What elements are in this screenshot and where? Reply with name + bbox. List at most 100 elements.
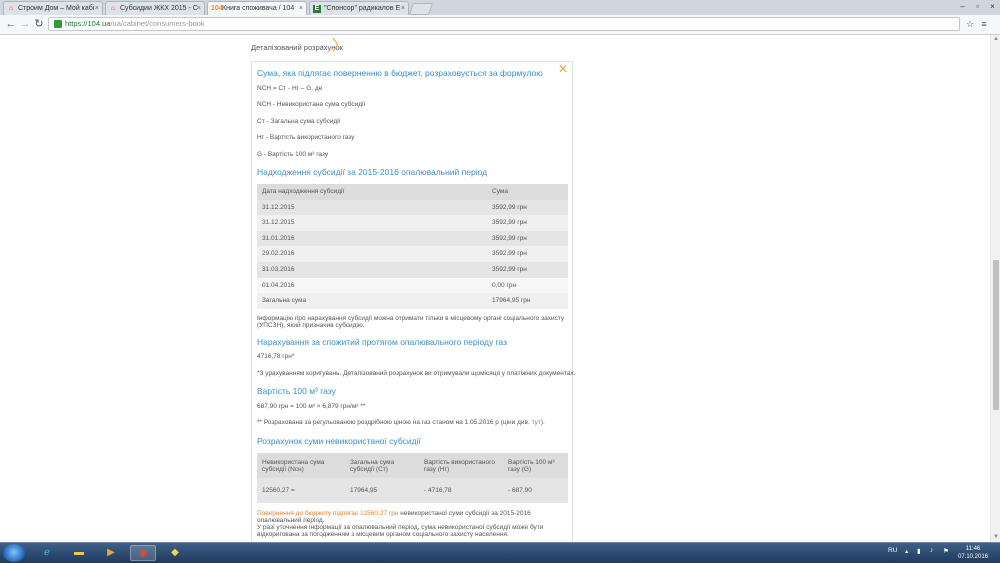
cell-100m3-cost: - 687,90	[508, 487, 532, 494]
def-symbol: G	[257, 151, 263, 158]
url-path: /ua/cabinet/consumers-book	[110, 19, 205, 28]
tab-build-house[interactable]: ⌂ Строим Дом – Мой кабі ×	[3, 1, 103, 15]
url-text: https://104.ua/ua/cabinet/consumers-book	[65, 18, 205, 30]
table-total-row: Загальна сума 17964,95 грн	[257, 293, 568, 309]
accrual-title: Нарахування за спожитий протягом опалюва…	[257, 337, 508, 347]
back-icon[interactable]: ←	[4, 17, 18, 31]
cost-note-text: ** Розрахована за регульованою роздрібно…	[257, 419, 530, 426]
start-button[interactable]	[3, 544, 25, 562]
result-summary: Повернення до бюджету підлягає 12560,27 …	[257, 510, 569, 524]
cell-amount: 3592,99 грн	[492, 219, 527, 227]
forward-icon[interactable]: →	[18, 17, 32, 31]
close-icon[interactable]: ×	[197, 2, 201, 15]
url-host: https://104.ua	[65, 19, 111, 28]
reload-icon[interactable]: ↻	[32, 17, 46, 31]
lock-icon	[54, 20, 62, 28]
close-icon[interactable]: ×	[299, 2, 303, 15]
network-icon[interactable]: ▮	[917, 547, 921, 555]
scroll-up-icon[interactable]: ▲	[991, 35, 1000, 44]
new-tab-button[interactable]	[408, 3, 434, 15]
volume-icon[interactable]: ♪	[930, 547, 933, 554]
accrual-note: *З урахуванням коригувань. Деталізований…	[257, 370, 576, 377]
tab-consumers-book[interactable]: 104 Книга споживача / 104 ×	[207, 1, 307, 15]
scrollbar-thumb[interactable]	[993, 260, 999, 410]
tab-title: Строим Дом – Мой кабі	[18, 5, 95, 12]
calc-table: Невикористана сума субсидії (Nсн) Загаль…	[257, 453, 568, 503]
tab-strip: ⌂ Строим Дом – Мой кабі × ⌂ Субсидии ЖКХ…	[0, 0, 1000, 15]
chrome-icon[interactable]: ◉	[130, 545, 156, 561]
tab-subsidies[interactable]: ⌂ Субсидии ЖКХ 2015 - С ×	[105, 1, 205, 15]
table-row: 31.12.2015 3592,99 грн	[257, 199, 568, 216]
internet-explorer-icon[interactable]: ℯ	[34, 545, 60, 561]
tray-arrow-icon[interactable]: ▴	[905, 547, 908, 555]
def-text: - Невикористана сума субсидії	[272, 101, 366, 108]
column-header: Невикористана сума субсидії (Nсн)	[262, 459, 325, 473]
receipts-table: Дата надходження субсидії Сума 31.12.201…	[257, 184, 568, 309]
table-row: 31.01.2016 3592,99 грн	[257, 230, 568, 247]
minimize-icon[interactable]: –	[955, 0, 970, 13]
folder-icon[interactable]: ▬	[66, 545, 92, 561]
chevron-right-icon: 〉	[332, 37, 348, 54]
cell-unused-sum: 12560,27 =	[262, 487, 295, 494]
cell-total-sum: 17964,95	[350, 487, 378, 494]
table-header-row: Дата надходження субсидії Сума	[257, 184, 568, 200]
def-symbol: NСН	[257, 101, 272, 108]
maximize-icon[interactable]: ▫	[970, 0, 985, 13]
cell-amount: 3592,99 грн	[492, 234, 527, 242]
tab-title: Книга споживача / 104	[222, 5, 295, 12]
cell-gas-cost: - 4716,78	[424, 487, 452, 494]
page-scrollbar[interactable]: ▲ ▼	[990, 35, 1000, 542]
breadcrumb[interactable]: Деталізований розрахунок	[251, 43, 343, 52]
table-row: 31.03.2016 3592,99 грн	[257, 261, 568, 278]
flag-icon[interactable]: ⚑	[943, 547, 949, 555]
table-row: 12560,27 = 17964,95 - 4716,78 - 687,90	[257, 478, 568, 503]
tab-title: "Спонсор" радикалов Е	[324, 5, 401, 12]
def-text: - Вартість 100 м³ газу	[263, 151, 329, 158]
bookmark-star-icon[interactable]: ☆	[963, 17, 977, 31]
definition-100m3: G - Вартість 100 м³ газу	[257, 151, 328, 158]
column-header: Сума	[492, 188, 508, 195]
close-window-icon[interactable]: ×	[985, 0, 1000, 13]
formula: NСН = Cт - Hг – G, де	[257, 85, 323, 92]
close-icon[interactable]: ×	[401, 2, 405, 15]
cell-amount: 3592,99 грн	[492, 265, 527, 273]
clock[interactable]: 11:46 07.10.2016	[958, 545, 988, 561]
definition-gas-cost: Hг - Вартість використаного газу	[257, 134, 355, 141]
table-row: 01.04.2016 0,00 грн	[257, 277, 568, 294]
column-header: Загальна сума субсидії (Ст)	[350, 459, 395, 473]
app-icon[interactable]: ◆	[162, 545, 188, 561]
def-symbol: Cт	[257, 118, 265, 125]
table-row: 31.12.2015 3592,99 грн	[257, 215, 568, 231]
cell-date: 01.04.2016	[262, 281, 295, 289]
language-indicator[interactable]: RU	[888, 547, 897, 554]
tab-sponsor[interactable]: E "Спонсор" радикалов Е ×	[309, 1, 409, 15]
clock-time: 11:46	[965, 546, 981, 552]
104-icon: 104	[211, 5, 223, 12]
menu-icon[interactable]: ≡	[977, 17, 991, 31]
column-header: Вартість 100 м³ газу (G)	[508, 459, 555, 473]
calc-title: Розрахунок суми невикористаної субсидії	[257, 436, 421, 446]
cost-note-end: ).	[540, 419, 545, 426]
cell-amount: 3592,99 грн	[492, 203, 527, 211]
accrual-value: 4716,78 грн*	[257, 353, 295, 360]
house-icon: ⌂	[110, 5, 116, 12]
e-icon: E	[313, 5, 321, 13]
cell-total-amount: 17964,95 грн	[492, 297, 531, 305]
close-icon[interactable]: ✕	[558, 63, 568, 75]
prices-link[interactable]: тут	[532, 419, 541, 426]
address-bar[interactable]: https://104.ua/ua/cabinet/consumers-book	[48, 17, 960, 31]
def-symbol: Hг	[257, 134, 265, 141]
cell-date: 31.12.2015	[262, 203, 295, 211]
column-header: Вартість використаного газу (Нг)	[424, 459, 495, 473]
clock-date: 07.10.2016	[958, 554, 989, 560]
scroll-down-icon[interactable]: ▼	[991, 533, 1000, 542]
cost-note: ** Розрахована за регульованою роздрібно…	[257, 419, 545, 426]
table-header-row: Невикористана сума субсидії (Nсн) Загаль…	[257, 453, 568, 478]
def-text: - Вартість використаного газу	[265, 134, 355, 141]
house-icon: ⌂	[8, 5, 14, 12]
cost-formula: 687,90 грн = 100 м³ × 6,879 грн/м³ **	[257, 403, 366, 410]
media-player-icon[interactable]: ▶	[98, 545, 124, 561]
cost-title: Вартість 100 м³ газу	[257, 386, 336, 396]
receipts-title: Надходження субсидії за 2015-2016 опалюв…	[257, 167, 488, 177]
close-icon[interactable]: ×	[95, 2, 99, 15]
